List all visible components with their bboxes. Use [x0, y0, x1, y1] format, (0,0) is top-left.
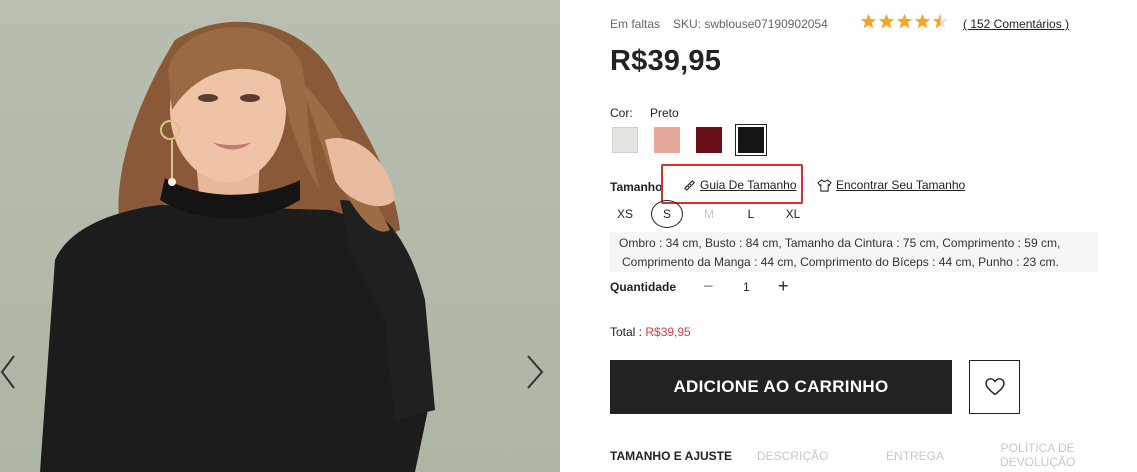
model-photo	[40, 21, 435, 472]
tab-delivery[interactable]: ENTREGA	[886, 449, 944, 463]
color-swatch-black[interactable]	[735, 124, 767, 156]
color-swatch-light-gray[interactable]	[612, 127, 638, 153]
star-icon	[914, 13, 931, 29]
previous-image-arrow-icon[interactable]	[0, 352, 24, 392]
tab-size-and-fit[interactable]: TAMANHO E AJUSTE	[610, 449, 732, 463]
star-half-icon	[932, 13, 949, 29]
size-option-xl[interactable]: XL	[777, 200, 809, 228]
next-image-arrow-icon[interactable]	[522, 352, 546, 392]
tab-return-policy[interactable]: POLÍTICA DE DEVOLUÇÃO	[1000, 441, 1075, 469]
quantity-label: Quantidade	[610, 280, 677, 294]
tshirt-icon	[817, 178, 832, 192]
size-label: Tamanho	[610, 180, 663, 194]
reviews-link[interactable]: ( 152 Comentários )	[963, 17, 1069, 31]
size-option-s[interactable]: S	[651, 200, 683, 228]
size-option-l[interactable]: L	[735, 200, 767, 228]
size-option-m[interactable]: M	[693, 200, 725, 228]
heart-icon	[984, 378, 1005, 396]
product-price: R$39,95	[610, 45, 722, 77]
tab-description[interactable]: DESCRIÇÃO	[757, 449, 828, 463]
total-label: Total :	[610, 325, 646, 339]
measurement-line-2: Comprimento da Manga : 44 cm, Compriment…	[622, 255, 1059, 269]
color-label: Cor:	[610, 106, 633, 120]
wishlist-button[interactable]	[969, 360, 1020, 414]
quantity-decrease-button[interactable]: −	[703, 277, 714, 295]
find-size-label: Encontrar Seu Tamanho	[836, 178, 966, 192]
total-value: R$39,95	[645, 325, 691, 339]
size-measurements: Ombro : 34 cm, Busto : 84 cm, Tamanho da…	[610, 232, 1098, 272]
color-swatch-pink[interactable]	[654, 127, 680, 153]
color-selected-value: Preto	[650, 106, 679, 120]
star-icon	[878, 13, 895, 29]
highlight-box	[661, 164, 803, 204]
color-swatch-burgundy[interactable]	[696, 127, 722, 153]
star-icon	[860, 13, 877, 29]
stock-status: Em faltas	[610, 17, 661, 31]
add-to-cart-button[interactable]: ADICIONE AO CARRINHO	[610, 360, 952, 414]
measurement-line-1: Ombro : 34 cm, Busto : 84 cm, Tamanho da…	[619, 236, 1061, 250]
star-icon	[896, 13, 913, 29]
product-sku: SKU: swblouse07190902054	[673, 17, 828, 31]
tab-return-policy-line-2: DEVOLUÇÃO	[1000, 455, 1076, 469]
total: Total : R$39,95	[610, 325, 691, 339]
tab-return-policy-line-1: POLÍTICA DE	[1000, 441, 1075, 455]
quantity-value[interactable]: 1	[743, 280, 750, 294]
size-option-xs[interactable]: XS	[609, 200, 641, 228]
product-image[interactable]	[0, 0, 560, 472]
quantity-increase-button[interactable]: +	[778, 277, 789, 295]
rating-stars	[860, 13, 949, 30]
find-size-link[interactable]: Encontrar Seu Tamanho	[817, 178, 965, 192]
